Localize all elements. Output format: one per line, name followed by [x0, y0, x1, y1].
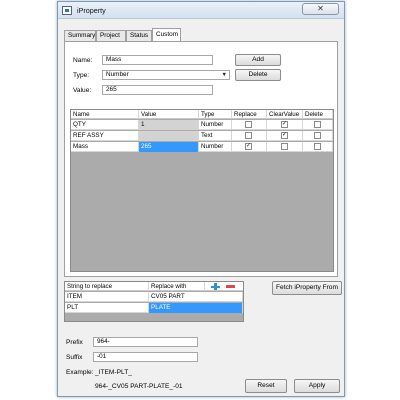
delete-checkbox[interactable]	[314, 143, 321, 150]
column-header-string-to-replace[interactable]: String to replace	[65, 282, 149, 291]
clearvalue-checkbox[interactable]	[281, 143, 288, 150]
cell-name[interactable]: REF ASSY	[71, 131, 139, 141]
properties-grid-header: Name Value Type Replace ClearValue Delet…	[71, 110, 333, 119]
name-label: Name:	[73, 57, 93, 64]
suffix-input[interactable]: -01	[93, 352, 198, 362]
cell-replace: ✓	[232, 142, 267, 152]
name-input[interactable]: Mass	[102, 55, 213, 65]
example-result: 964-_CV05 PART-PLATE_-01	[95, 383, 183, 390]
cell-clearvalue: ✓	[267, 120, 303, 130]
cell-delete	[303, 120, 333, 130]
delete-checkbox[interactable]	[314, 121, 321, 128]
cell-replace-with[interactable]: CV05 PART	[149, 292, 243, 302]
cell-replace	[232, 131, 267, 141]
replace-checkbox[interactable]	[245, 121, 252, 128]
example-pattern: _ITEM-PLT_	[95, 369, 132, 376]
column-header-name[interactable]: Name	[71, 110, 139, 119]
custom-tab-panel: Name: Mass Add Type: Number ▼ Delete Val…	[64, 41, 338, 277]
chevron-down-icon: ▼	[221, 72, 227, 78]
replace-strings-grid[interactable]: String to replace Replace with ITEM CV05…	[64, 281, 244, 322]
fetch-iproperty-button[interactable]: Fetch iProperty From	[272, 281, 342, 295]
delete-checkbox[interactable]	[314, 132, 321, 139]
app-icon	[62, 6, 72, 15]
cell-type: Text	[199, 131, 232, 141]
value-label: Value:	[73, 87, 92, 94]
type-label: Type:	[73, 72, 90, 79]
column-header-value[interactable]: Value	[139, 110, 199, 119]
suffix-label: Suffix	[66, 354, 83, 361]
tab-custom[interactable]: Custom	[152, 28, 181, 41]
column-header-delete[interactable]: Delete	[303, 110, 333, 119]
plus-icon[interactable]	[210, 282, 221, 291]
clearvalue-checkbox[interactable]: ✓	[281, 121, 288, 128]
title-bar: iProperty ✕	[58, 2, 344, 19]
tab-summary[interactable]: Summary	[64, 30, 96, 41]
minus-icon[interactable]	[225, 282, 236, 291]
tab-project[interactable]: Project	[96, 30, 126, 41]
cell-clearvalue	[267, 142, 303, 152]
table-row[interactable]: Mass 265 Number ✓	[71, 142, 333, 152]
column-header-clearvalue[interactable]: ClearValue	[267, 110, 303, 119]
replace-grid-header: String to replace Replace with	[65, 282, 243, 291]
cell-string-to-replace[interactable]: ITEM	[65, 292, 149, 302]
reset-button[interactable]: Reset	[245, 379, 287, 393]
cell-type: Number	[199, 120, 232, 130]
table-row[interactable]: REF ASSY Text ✓	[71, 131, 333, 141]
delete-button[interactable]: Delete	[235, 69, 281, 81]
cell-replace-with[interactable]: PLATE	[149, 303, 243, 313]
cell-delete	[303, 142, 333, 152]
cell-type: Number	[199, 142, 232, 152]
table-row[interactable]: PLT PLATE	[65, 303, 243, 313]
cell-value[interactable]: 1	[139, 120, 199, 130]
example-label: Example:	[66, 369, 94, 376]
column-header-type[interactable]: Type	[199, 110, 232, 119]
prefix-input[interactable]: 964-	[93, 337, 198, 347]
column-header-replace-with[interactable]: Replace with	[149, 282, 205, 291]
type-dropdown-value: Number	[106, 71, 129, 78]
type-dropdown[interactable]: Number ▼	[102, 70, 230, 80]
properties-grid[interactable]: Name Value Type Replace ClearValue Delet…	[70, 109, 334, 272]
value-input[interactable]: 265	[102, 85, 213, 95]
cell-string-to-replace[interactable]: PLT	[65, 303, 149, 313]
cell-delete	[303, 131, 333, 141]
cell-name[interactable]: QTY	[71, 120, 139, 130]
cell-value[interactable]: 265	[139, 142, 199, 152]
column-header-replace[interactable]: Replace	[232, 110, 267, 119]
apply-button[interactable]: Apply	[294, 379, 340, 393]
cell-replace	[232, 120, 267, 130]
clearvalue-checkbox[interactable]: ✓	[281, 132, 288, 139]
close-button[interactable]: ✕	[302, 3, 339, 15]
table-row[interactable]: QTY 1 Number ✓	[71, 120, 333, 130]
replace-checkbox[interactable]	[245, 132, 252, 139]
prefix-label: Prefix	[66, 339, 83, 346]
add-button[interactable]: Add	[235, 54, 281, 66]
cell-name[interactable]: Mass	[71, 142, 139, 152]
table-row[interactable]: ITEM CV05 PART	[65, 292, 243, 302]
iproperty-dialog: iProperty ✕ Summary Project Status Custo…	[57, 1, 345, 397]
cell-clearvalue: ✓	[267, 131, 303, 141]
window-title: iProperty	[77, 6, 106, 15]
cell-value[interactable]	[139, 131, 199, 141]
replace-checkbox[interactable]: ✓	[245, 143, 252, 150]
tab-status[interactable]: Status	[126, 30, 152, 41]
